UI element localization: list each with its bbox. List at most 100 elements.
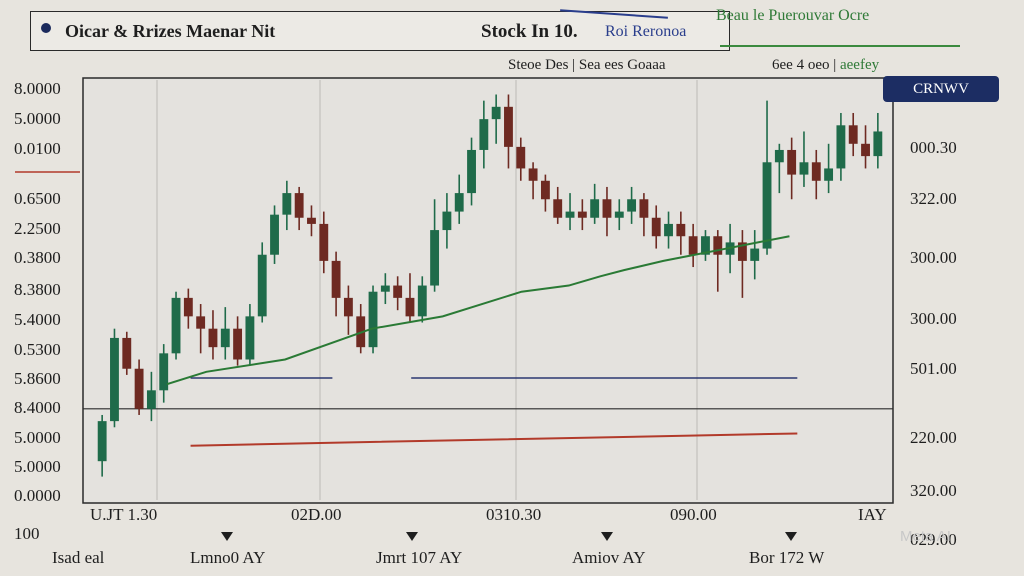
y-left-tick: 5.0000 xyxy=(14,109,61,128)
stock-subtitle: Roi Reronoa xyxy=(605,23,687,40)
x-tick: U.JT 1.30 xyxy=(90,505,158,524)
y-left-tick: 0.6500 xyxy=(14,189,61,208)
candle-body xyxy=(639,199,649,218)
app-title: Oicar & Rrizes Maenar Nit xyxy=(65,21,276,41)
crvw-button[interactable]: CRNWV xyxy=(883,76,999,102)
x-tick: 090.00 xyxy=(670,505,717,524)
candle-body xyxy=(676,223,686,237)
bottom-label: Jmrt 107 AY xyxy=(376,548,463,567)
candle-body xyxy=(504,106,513,147)
bottom-label: Amiov AY xyxy=(572,548,646,567)
y-left-tick: 5.4000 xyxy=(14,310,61,329)
candle-body xyxy=(331,260,341,298)
y-right-tick: 220.00 xyxy=(910,428,957,447)
candle-body xyxy=(183,297,193,317)
candle-body xyxy=(664,223,673,237)
info-bar-right: 6ee 4 oeo | aeefey xyxy=(772,57,879,74)
bottom-label: Bor 172 W xyxy=(749,548,825,567)
x-tick: 0310.30 xyxy=(486,505,542,524)
chevron-down-icon[interactable] xyxy=(601,532,613,541)
bearish-candle xyxy=(122,331,132,375)
candle-body xyxy=(159,353,169,391)
candle-body xyxy=(134,368,144,409)
candle-body xyxy=(294,193,304,218)
info-bar-left: Steoe Des | Sea ees Goaaa xyxy=(508,57,666,73)
candle-body xyxy=(270,214,279,255)
candle-body xyxy=(208,328,218,348)
candle-body xyxy=(848,125,858,144)
candle-body xyxy=(257,254,267,317)
y-right-tick: 000.30 xyxy=(910,138,957,157)
candle-body xyxy=(824,168,834,181)
candle-body xyxy=(553,199,563,218)
y-left-tick: 8.4000 xyxy=(14,398,61,417)
candle-body xyxy=(836,125,846,169)
candle-body xyxy=(319,223,329,261)
info-right-highlight: aeefey xyxy=(839,57,880,73)
candle-body xyxy=(491,106,501,120)
y-left-tick: 0.0100 xyxy=(14,139,61,158)
candle-body xyxy=(245,316,255,360)
candle-body xyxy=(282,193,292,215)
candle-body xyxy=(750,248,760,261)
y-right-tick: 300.00 xyxy=(910,309,957,328)
x-tick: IAY xyxy=(858,505,887,524)
green-accent-line xyxy=(720,45,960,47)
y-left-tick: 2.2500 xyxy=(14,219,61,238)
top-bar: Oicar & Rrizes Maenar Nit Stock In 10. R… xyxy=(30,7,1010,51)
candle-body xyxy=(540,180,550,200)
y-right-tick: 320.00 xyxy=(910,481,957,500)
bottom-label: Lmno0 AY xyxy=(190,548,266,567)
stock-title: Stock In 10. xyxy=(481,21,578,42)
y-left-tick: 8.3800 xyxy=(14,280,61,299)
y-right-tick: 501.00 xyxy=(910,359,957,378)
candle-body xyxy=(528,168,538,181)
candle-body xyxy=(430,230,440,286)
candle-body xyxy=(405,297,415,317)
candle-body xyxy=(811,162,821,181)
candle-body xyxy=(713,236,723,255)
y-left-tick: 0.3800 xyxy=(14,248,61,267)
candle-body xyxy=(787,149,797,175)
candle-body xyxy=(122,337,132,369)
candle-body xyxy=(516,146,526,169)
y-left-tick: 8.0000 xyxy=(14,79,61,98)
candle-body xyxy=(577,211,587,218)
candle-body xyxy=(454,193,464,212)
candle-body xyxy=(651,217,661,237)
chevron-down-icon[interactable] xyxy=(406,532,418,541)
candle-body xyxy=(614,211,624,218)
candle-body xyxy=(417,285,427,317)
candle-body xyxy=(171,297,181,354)
bullish-candle xyxy=(368,285,378,354)
y-right-tick: 300.00 xyxy=(910,248,957,267)
bullish-candle xyxy=(110,328,119,428)
candle-body xyxy=(442,211,452,231)
y-right-tick: 322.00 xyxy=(910,189,957,208)
candle-body xyxy=(799,162,809,175)
y-left-tick: 0.0000 xyxy=(14,486,61,505)
candle-body xyxy=(774,149,784,163)
candle-body xyxy=(380,285,390,292)
candle-body xyxy=(762,162,772,249)
candle-body xyxy=(873,131,883,157)
candle-body xyxy=(393,285,403,298)
candle-body xyxy=(233,328,243,360)
x-tick: 02D.00 xyxy=(291,505,342,524)
candle-body xyxy=(220,328,230,348)
candle-body xyxy=(688,236,698,255)
candle-body xyxy=(97,421,107,462)
candle-body xyxy=(479,119,489,150)
candle-body xyxy=(590,199,600,218)
candle-body xyxy=(602,199,612,218)
candle-body xyxy=(861,143,870,157)
candle-body xyxy=(343,297,353,317)
candle-body xyxy=(196,316,206,329)
candle-body xyxy=(565,211,575,218)
watermark: Meta AI xyxy=(900,528,951,545)
chevron-down-icon[interactable] xyxy=(221,532,233,541)
y-left-tick: 5.8600 xyxy=(14,369,61,388)
y-left-tick: 5.0000 xyxy=(14,457,61,476)
chevron-down-icon[interactable] xyxy=(785,532,797,541)
candle-body xyxy=(307,217,316,224)
